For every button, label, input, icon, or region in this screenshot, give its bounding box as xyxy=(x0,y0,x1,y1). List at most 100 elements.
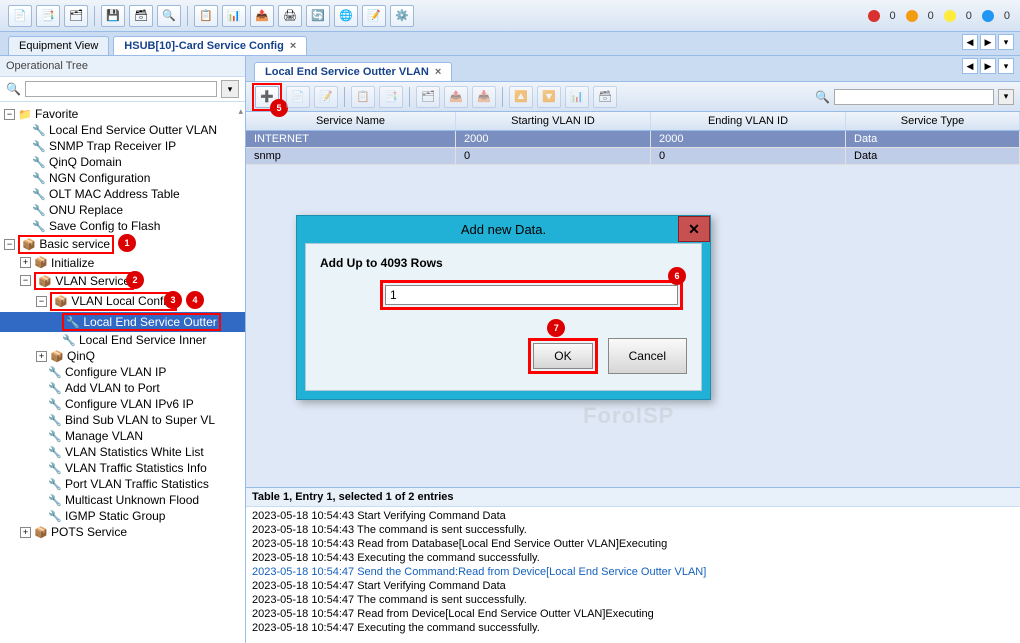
collapse-icon[interactable]: − xyxy=(4,109,15,120)
toolbar-btn[interactable]: 📥 xyxy=(472,86,496,108)
toolbar-btn-4[interactable]: 💾 xyxy=(101,5,125,27)
tree-node-favorite[interactable]: − 📁 Favorite xyxy=(0,106,245,122)
wrench-icon: 🔧 xyxy=(32,187,46,201)
log-line: 2023-05-18 10:54:47 Start Verifying Comm… xyxy=(252,579,1014,593)
collapse-icon[interactable]: − xyxy=(36,296,47,307)
tab-label: Local End Service Outter VLAN xyxy=(265,66,429,78)
toolbar-btn-5[interactable]: 🗃 xyxy=(129,5,153,27)
toolbar-btn-10[interactable]: 🖨 xyxy=(278,5,302,27)
sidebar: Operational Tree 🔍 ▾ ▴ − 📁 Favorite 🔧Loc… xyxy=(0,56,246,643)
service-icon: 📦 xyxy=(54,295,68,309)
toolbar-btn-7[interactable]: 📋 xyxy=(194,5,218,27)
dialog-close-button[interactable]: ✕ xyxy=(678,216,710,242)
toolbar-btn-6[interactable]: 🔍 xyxy=(157,5,181,27)
tree-node-vlan-9[interactable]: 🔧IGMP Static Group xyxy=(0,508,245,524)
cell: 0 xyxy=(651,148,846,164)
tab-menu-button[interactable]: ▾ xyxy=(998,58,1014,74)
wrench-icon: 🔧 xyxy=(32,219,46,233)
tree-node-vlan-6[interactable]: 🔧VLAN Traffic Statistics Info xyxy=(0,460,245,476)
tree-node-vlan-5[interactable]: 🔧VLAN Statistics White List xyxy=(0,444,245,460)
tree-node-vlan-7[interactable]: 🔧Port VLAN Traffic Statistics xyxy=(0,476,245,492)
toolbar-btn-11[interactable]: 🔄 xyxy=(306,5,330,27)
toolbar-btn-14[interactable]: ⚙️ xyxy=(390,5,414,27)
tree-node-fav-1[interactable]: 🔧SNMP Trap Receiver IP xyxy=(0,138,245,154)
toolbar-btn-12[interactable]: 🌐 xyxy=(334,5,358,27)
tree-node-vlan-8[interactable]: 🔧Multicast Unknown Flood xyxy=(0,492,245,508)
scroll-up-icon[interactable]: ▴ xyxy=(238,106,243,117)
cancel-button[interactable]: Cancel xyxy=(608,338,687,374)
tab-next-button[interactable]: ▶ xyxy=(980,34,996,50)
sidebar-search-dropdown[interactable]: ▾ xyxy=(221,80,239,98)
toolbar-btn[interactable]: 📋 xyxy=(351,86,375,108)
tree-node-local-end-outter[interactable]: 🔧 Local End Service Outter xyxy=(0,312,245,333)
toolbar-btn-9[interactable]: 📤 xyxy=(250,5,274,27)
col-ending-vlan[interactable]: Ending VLAN ID xyxy=(651,112,846,130)
toolbar-btn-13[interactable]: 📝 xyxy=(362,5,386,27)
tree-node-basic-service[interactable]: − 📦 Basic service 1 xyxy=(0,234,245,255)
log-lines[interactable]: 2023-05-18 10:54:43 Start Verifying Comm… xyxy=(246,507,1020,637)
tree-label: IGMP Static Group xyxy=(65,509,165,523)
rows-input[interactable] xyxy=(385,285,678,305)
tree-node-fav-4[interactable]: 🔧OLT MAC Address Table xyxy=(0,186,245,202)
tree-node-fav-3[interactable]: 🔧NGN Configuration xyxy=(0,170,245,186)
tree-node-vlan-service[interactable]: − 📦 VLAN Service 2 xyxy=(0,271,245,292)
tree-node-initialize[interactable]: +📦Initialize xyxy=(0,255,245,271)
tree-node-local-end-inner[interactable]: 🔧Local End Service Inner xyxy=(0,332,245,348)
toolbar-btn[interactable]: 📊 xyxy=(565,86,589,108)
content-canvas: Add new Data. ✕ Add Up to 4093 Rows 6 Fo… xyxy=(246,165,1020,487)
table-row[interactable]: INTERNET 2000 2000 Data xyxy=(246,131,1020,148)
toolbar-btn[interactable]: 📤 xyxy=(444,86,468,108)
toolbar-btn-2[interactable]: 📑 xyxy=(36,5,60,27)
col-starting-vlan[interactable]: Starting VLAN ID xyxy=(456,112,651,130)
table-row[interactable]: snmp 0 0 Data xyxy=(246,148,1020,165)
tree-node-vlan-local-config[interactable]: − 📦 VLAN Local Config 3 4 xyxy=(0,291,245,312)
expand-icon[interactable]: + xyxy=(36,351,47,362)
tree-label: Configure VLAN IPv6 IP xyxy=(65,397,194,411)
wrench-icon: 🔧 xyxy=(48,365,62,379)
tree-node-vlan-4[interactable]: 🔧Manage VLAN xyxy=(0,428,245,444)
tree-node-vlan-2[interactable]: 🔧Configure VLAN IPv6 IP xyxy=(0,396,245,412)
toolbar-btn[interactable]: 📑 xyxy=(379,86,403,108)
close-icon[interactable]: × xyxy=(435,66,441,78)
tab-card-service-config[interactable]: HSUB[10]-Card Service Config× xyxy=(113,36,307,55)
search-dropdown[interactable]: ▾ xyxy=(998,89,1014,105)
collapse-icon[interactable]: − xyxy=(20,275,31,286)
tab-equipment-view[interactable]: Equipment View xyxy=(8,36,109,55)
tab-menu-button[interactable]: ▾ xyxy=(998,34,1014,50)
toolbar-btn[interactable]: 📝 xyxy=(314,86,338,108)
close-icon[interactable]: × xyxy=(290,40,296,52)
tree-node-pots-service[interactable]: +📦POTS Service xyxy=(0,524,245,540)
tree-node-fav-5[interactable]: 🔧ONU Replace xyxy=(0,202,245,218)
tab-next-button[interactable]: ▶ xyxy=(980,58,996,74)
expand-icon[interactable]: + xyxy=(20,527,31,538)
sidebar-search-input[interactable] xyxy=(25,81,217,97)
service-icon: 📦 xyxy=(38,274,52,288)
content-search-input[interactable] xyxy=(834,89,994,105)
tree-label: Local End Service Outter xyxy=(83,315,216,329)
tree-node-vlan-0[interactable]: 🔧Configure VLAN IP xyxy=(0,364,245,380)
toolbar-btn-1[interactable]: 📄 xyxy=(8,5,32,27)
toolbar-btn[interactable]: 🔽 xyxy=(537,86,561,108)
tree-label: Configure VLAN IP xyxy=(65,365,166,379)
ok-button[interactable]: OK xyxy=(533,343,592,369)
tree-node-fav-6[interactable]: 🔧Save Config to Flash xyxy=(0,218,245,234)
toolbar-btn-3[interactable]: 🗂 xyxy=(64,5,88,27)
col-service-type[interactable]: Service Type xyxy=(846,112,1020,130)
toolbar-btn[interactable]: 📄 xyxy=(286,86,310,108)
tree-node-fav-0[interactable]: 🔧Local End Service Outter VLAN xyxy=(0,122,245,138)
tree-node-vlan-1[interactable]: 🔧Add VLAN to Port xyxy=(0,380,245,396)
expand-icon[interactable]: + xyxy=(20,257,31,268)
tree-node-vlan-3[interactable]: 🔧Bind Sub VLAN to Super VL xyxy=(0,412,245,428)
content-tab-outter-vlan[interactable]: Local End Service Outter VLAN × xyxy=(254,62,452,81)
toolbar-btn[interactable]: 🗂 xyxy=(416,86,440,108)
dialog-title-bar[interactable]: Add new Data. ✕ xyxy=(297,216,710,243)
tab-prev-button[interactable]: ◀ xyxy=(962,58,978,74)
tab-prev-button[interactable]: ◀ xyxy=(962,34,978,50)
tree-node-fav-2[interactable]: 🔧QinQ Domain xyxy=(0,154,245,170)
tree-node-qinq[interactable]: +📦QinQ xyxy=(0,348,245,364)
toolbar-btn[interactable]: 🔼 xyxy=(509,86,533,108)
toolbar-btn[interactable]: 🗃 xyxy=(593,86,617,108)
service-icon: 📦 xyxy=(34,525,48,539)
collapse-icon[interactable]: − xyxy=(4,239,15,250)
toolbar-btn-8[interactable]: 📊 xyxy=(222,5,246,27)
